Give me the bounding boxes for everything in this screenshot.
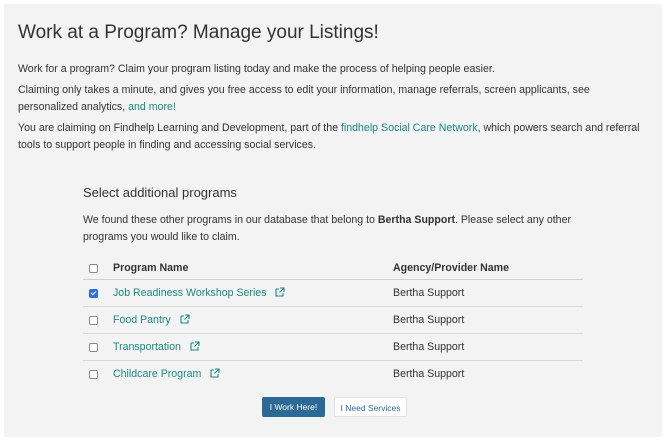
program-name-cell: Job Readiness Workshop Series [113,287,286,299]
select-all-checkbox[interactable] [89,264,98,273]
network-text: You are claiming on Findhelp Learning an… [18,120,642,154]
claiming-text-content: Claiming only takes a minute, and gives … [18,84,590,113]
network-prefix: You are claiming on Findhelp Learning an… [18,122,338,134]
desc-prefix: We found these other programs in our dat… [83,214,375,226]
external-link-icon[interactable] [275,287,286,297]
program-checkbox[interactable] [89,370,98,379]
social-care-network-link[interactable]: findhelp Social Care Network [341,122,478,134]
programs-table: Program Name Agency/Provider Name Job Re… [83,257,583,387]
i-need-services-button[interactable]: I Need Services [334,397,407,417]
program-link[interactable]: Transportation [113,341,181,353]
program-name-cell: Childcare Program [113,368,220,380]
i-work-here-button[interactable]: I Work Here! [262,397,325,417]
claiming-text: Claiming only takes a minute, and gives … [18,82,642,116]
column-header-agency: Agency/Provider Name [393,262,509,274]
agency-name-cell: Bertha Support [393,341,465,353]
table-row: Job Readiness Workshop Series Bertha Sup… [83,280,583,307]
and-more-link[interactable]: and more! [128,101,176,113]
table-row: Transportation Bertha Support [83,334,583,361]
program-link[interactable]: Food Pantry [113,314,171,326]
external-link-icon[interactable] [190,341,200,351]
program-name-cell: Food Pantry [113,314,190,326]
claim-card: Work at a Program? Manage your Listings!… [4,4,662,437]
table-row: Food Pantry Bertha Support [83,307,583,334]
page-title: Work at a Program? Manage your Listings! [18,22,379,43]
intro-text-content: Work for a program? Claim your program l… [18,63,495,75]
column-header-program: Program Name [113,262,189,274]
agency-name-bold: Bertha Support [377,214,455,226]
program-checkbox[interactable] [89,316,98,325]
external-link-icon[interactable] [210,368,220,378]
agency-name-cell: Bertha Support [393,287,465,299]
agency-name-cell: Bertha Support [393,368,465,380]
table-header-row: Program Name Agency/Provider Name [83,257,583,280]
agency-name-cell: Bertha Support [393,314,465,326]
program-link[interactable]: Job Readiness Workshop Series [113,287,267,299]
program-link[interactable]: Childcare Program [113,368,201,380]
program-checkbox[interactable] [89,343,98,352]
section-title: Select additional programs [83,185,237,200]
program-checkbox[interactable] [89,289,98,298]
table-row: Childcare Program Bertha Support [83,361,583,387]
programs-description: We found these other programs in our dat… [83,212,583,246]
intro-text: Work for a program? Claim your program l… [18,61,642,78]
program-name-cell: Transportation [113,341,200,353]
external-link-icon[interactable] [180,314,190,324]
